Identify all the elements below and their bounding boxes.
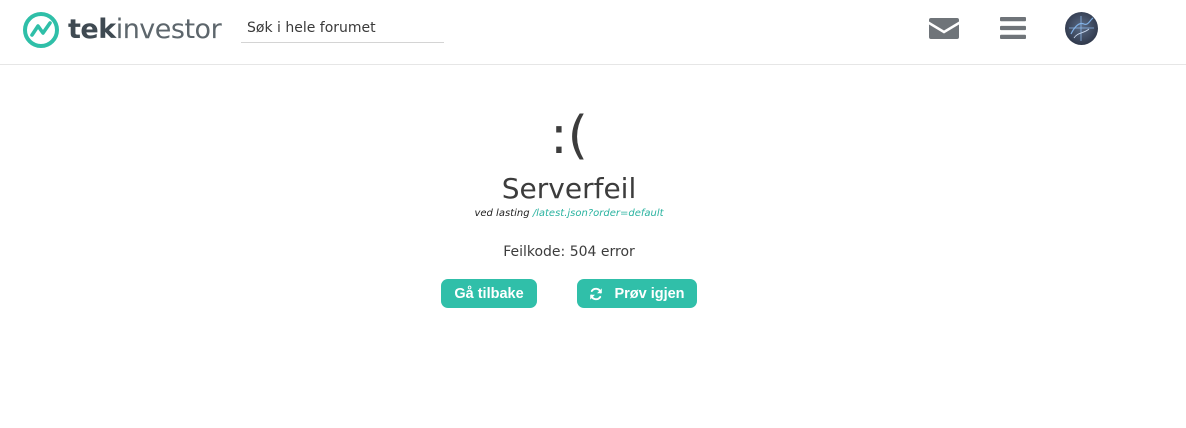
error-subtitle: ved lasting /latest.json?order=default [0,207,1138,221]
trend-logo-icon [23,12,59,48]
error-code-value: 504 error [569,244,635,260]
logo-wordmark: tekinvestor [68,14,222,45]
go-back-label: Gå tilbake [454,285,524,302]
user-avatar[interactable] [1065,12,1098,45]
site-logo[interactable]: tekinvestor [22,11,222,49]
sad-face-emoticon: :( [550,106,588,166]
error-title: Serverfeil [501,172,637,205]
envelope-icon[interactable] [929,16,959,40]
search-input[interactable] [241,14,444,43]
error-code: Feilkode: 504 error [0,242,1138,262]
retry-button[interactable]: Prøv igjen [577,279,697,308]
error-code-label: Feilkode: [503,244,566,260]
subtitle-prefix: ved lasting [474,208,530,219]
site-header: tekinvestor [0,0,1186,65]
hamburger-menu-icon[interactable] [1000,17,1026,39]
go-back-button[interactable]: Gå tilbake [441,279,537,308]
error-path-link[interactable]: /latest.json?order=default [533,208,664,219]
retry-label: Prøv igjen [614,285,685,302]
refresh-icon [590,287,603,300]
avatar-image [1065,12,1098,45]
